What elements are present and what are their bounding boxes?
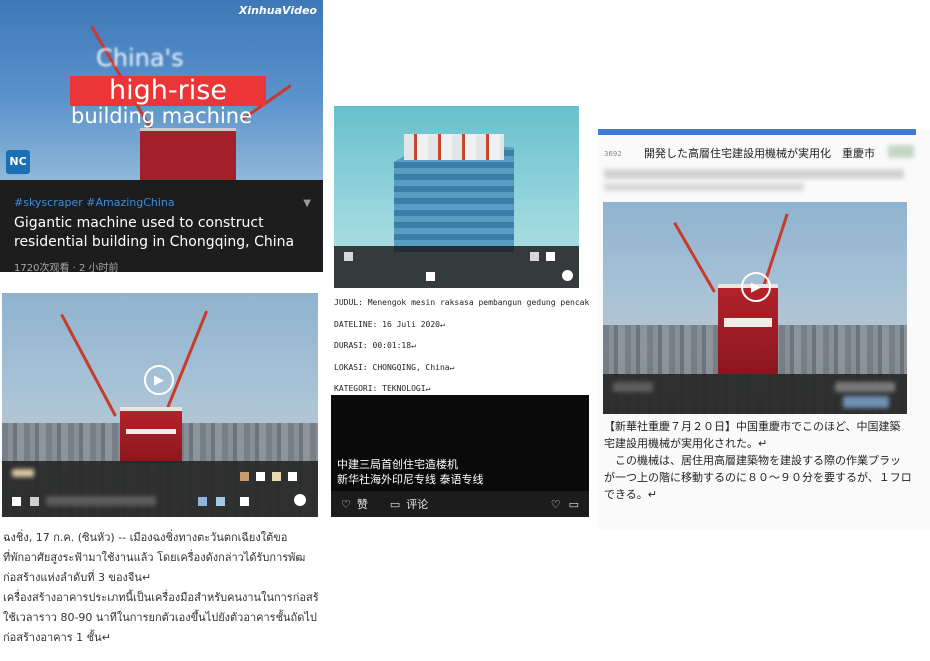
- view-count-timestamp: 1720次观看 · 2 小时前: [14, 263, 119, 272]
- crane-graphic: [164, 310, 209, 414]
- jp-line: 宅建設用機械が実用化された。↵: [604, 437, 768, 450]
- round-marker: [562, 270, 573, 281]
- headline-line2: high-rise: [70, 76, 266, 106]
- video-thumbnail[interactable]: XinhuaVideo China's high-rise building m…: [0, 0, 323, 180]
- video-card-english[interactable]: XinhuaVideo China's high-rise building m…: [0, 0, 323, 272]
- caption-line1: 中建三局首创住宅造楼机: [337, 458, 458, 471]
- comment-icon: ▭: [389, 497, 401, 511]
- meta-lokasi: LOKASI: CHONGQING, China↵: [334, 362, 455, 372]
- video-post-chinese[interactable]: 中建三局首创住宅造楼机 新华社海外印尼专线 泰语专线 ♡ 赞 ▭ 评论 ♡ ▭: [331, 395, 589, 517]
- square-marker: [344, 252, 353, 261]
- blurred-region: [46, 496, 156, 506]
- action-bar: ♡ 赞 ▭ 评论 ♡ ▭: [331, 491, 589, 517]
- thai-line: ก่อสร้างแห่งลำดับที่ 3 ของจีน↵: [3, 571, 152, 584]
- jp-line: できる。↵: [604, 488, 657, 501]
- blurred-region: [604, 169, 904, 179]
- jp-line: この機械は、居住用高層建築物を建設する際の作業プラッ: [604, 454, 901, 467]
- play-icon[interactable]: ▶: [144, 365, 174, 395]
- square-marker: [426, 272, 435, 281]
- crane-graphic: [60, 313, 117, 417]
- jp-line: 【新華社重慶７月２０日】中国重慶市でこのほど、中国建築: [604, 420, 901, 433]
- thai-line: ฉงชิ่ง, 17 ก.ค. (ซินหัว) -- เมืองฉงชิ่งท…: [3, 531, 288, 544]
- heart-icon: ♡: [550, 497, 561, 511]
- comment-icon: ▭: [568, 497, 579, 511]
- video-title[interactable]: Gigantic machine used to construct resid…: [14, 214, 314, 252]
- thai-line: ก่อสร้างอาคาร 1 ชั้น↵: [3, 631, 111, 644]
- square-marker: [530, 252, 539, 261]
- meta-kategori: KATEGORI: TEKNOLOGI↵: [334, 384, 431, 393]
- article-number: 3692: [604, 150, 622, 158]
- thai-line: ใช้เวลาราว 80-90 นาทีในการยกตัวเองขึ้นไป…: [3, 611, 317, 624]
- comment-button-right[interactable]: ▭: [569, 498, 579, 511]
- video-overlay-bar: [2, 461, 318, 517]
- building-graphic: [140, 128, 236, 180]
- video-thumbnail-rendering[interactable]: [334, 106, 579, 288]
- thai-line: ที่พักอาศัยสูงระฟ้ามาใช้งานแล้ว โดยเครื่…: [3, 551, 306, 564]
- square-marker: [256, 472, 265, 481]
- comment-label: 评论: [406, 498, 429, 511]
- header-rule: [598, 129, 916, 135]
- square-marker: [12, 497, 21, 506]
- comment-button[interactable]: ▭ 评论: [390, 496, 428, 512]
- blurred-region: [604, 183, 804, 191]
- like-button-right[interactable]: ♡: [551, 498, 561, 511]
- blurred-region: [835, 382, 895, 392]
- blurred-region: [12, 469, 34, 477]
- crane-graphic: [673, 221, 716, 293]
- article-headline[interactable]: 開発した高層住宅建設用機械が実用化 重慶市: [644, 145, 875, 161]
- building-top-graphic: [404, 134, 504, 160]
- caption-line2: 新华社海外印尼专线 泰语专线: [337, 473, 484, 486]
- square-marker: [546, 252, 555, 261]
- square-marker: [272, 472, 281, 481]
- blurred-region: [843, 396, 889, 408]
- video-overlay-bar: [603, 374, 907, 414]
- indonesian-metadata-text: JUDUL: Menengok mesin raksasa pembangun …: [334, 292, 594, 396]
- like-button[interactable]: ♡ 赞: [341, 496, 368, 512]
- blurred-region: [613, 382, 653, 392]
- headline-line3: building machine: [71, 104, 253, 128]
- square-marker: [30, 497, 39, 506]
- round-marker: [294, 494, 306, 506]
- heart-icon: ♡: [341, 497, 351, 511]
- meta-dateline: DATELINE: 16 Juli 2020↵: [334, 319, 445, 329]
- blurred-region: [888, 145, 914, 158]
- square-marker: [240, 497, 249, 506]
- video-overlay-bar: [334, 246, 579, 288]
- square-marker: [288, 472, 297, 481]
- square-marker: [216, 497, 225, 506]
- channel-logo: NC: [6, 150, 30, 174]
- japanese-article-body: 【新華社重慶７月２０日】中国重慶市でこのほど、中国建築 宅建設用機械が実用化され…: [604, 418, 930, 503]
- play-icon[interactable]: ▶: [741, 272, 771, 302]
- thai-article-text: ฉงชิ่ง, 17 ก.ค. (ซินหัว) -- เมืองฉงชิ่งท…: [3, 528, 326, 661]
- brand-watermark: XinhuaVideo: [238, 4, 317, 17]
- jp-line: が一つ上の階に移動するのに８０～９０分を要するが、１フロ: [604, 471, 912, 484]
- video-thumbnail-tower[interactable]: ▶: [2, 293, 318, 517]
- headline-line1: China's: [96, 44, 184, 72]
- like-label: 赞: [356, 498, 368, 511]
- chevron-down-icon[interactable]: ▼: [303, 198, 311, 209]
- tower-graphic: [120, 407, 182, 463]
- japanese-news-article: 3692 開発した高層住宅建設用機械が実用化 重慶市 ▶ 【新華社重慶７月２０日…: [598, 129, 930, 529]
- meta-durasi: DURASI: 00:01:18↵: [334, 341, 416, 350]
- square-marker: [198, 497, 207, 506]
- hashtags-link[interactable]: #skyscraper #AmazingChina: [14, 196, 175, 209]
- meta-judul: JUDUL: Menengok mesin raksasa pembangun …: [334, 298, 590, 307]
- square-marker: [240, 472, 249, 481]
- thai-line: เครื่องสร้างอาคารประเภทนี้เป็นเครื่องมือ…: [3, 591, 319, 604]
- video-thumbnail-tower-2[interactable]: ▶: [603, 202, 907, 414]
